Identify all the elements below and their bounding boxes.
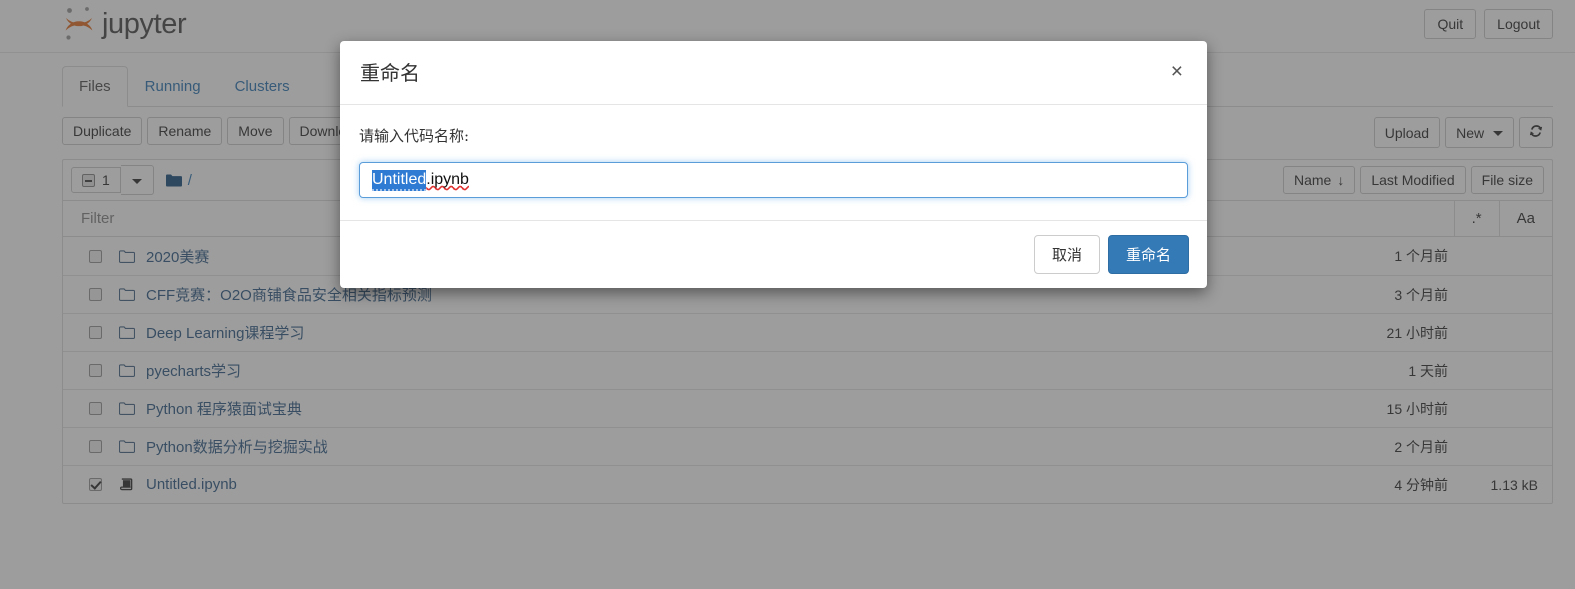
close-icon[interactable]: × [1165, 57, 1189, 86]
cancel-button[interactable]: 取消 [1033, 235, 1100, 274]
rename-confirm-button[interactable]: 重命名 [1107, 235, 1189, 274]
dialog-body: 请输入代码名称: Untitled.ipynb [340, 105, 1207, 220]
dialog-title: 重命名 [360, 61, 420, 85]
dialog-footer: 取消 重命名 [340, 220, 1207, 288]
rename-input-extension: .ipynb [426, 171, 469, 188]
rename-input-selection: Untitled [372, 170, 427, 191]
rename-dialog: 重命名 × 请输入代码名称: Untitled.ipynb 取消 重命名 [340, 41, 1207, 288]
rename-prompt-label: 请输入代码名称: [359, 127, 470, 145]
rename-input[interactable]: Untitled.ipynb [359, 162, 1188, 198]
rename-input-text: Untitled.ipynb [372, 170, 469, 191]
dialog-header: 重命名 × [340, 41, 1207, 105]
